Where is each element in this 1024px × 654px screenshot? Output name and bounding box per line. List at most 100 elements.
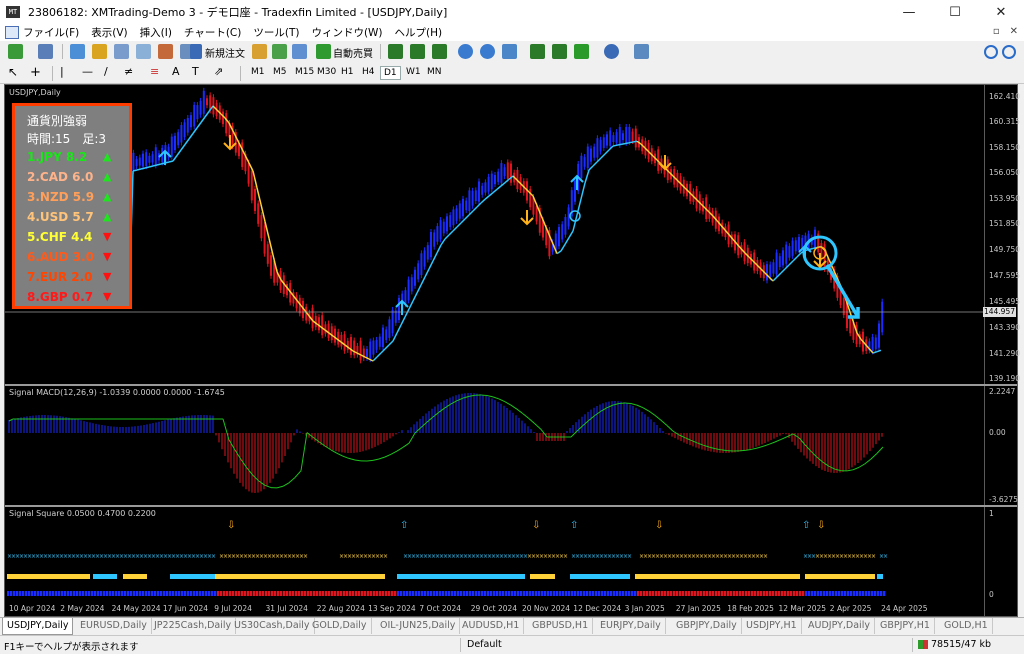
square-strip xyxy=(634,591,636,596)
restore-child-button[interactable]: ▫ xyxy=(993,26,1000,37)
tab-jp225cash-daily[interactable]: JP225Cash,Daily xyxy=(150,618,236,634)
trendline-icon[interactable]: / xyxy=(104,65,119,80)
close-child-button[interactable]: ✕ xyxy=(1010,26,1018,37)
timeframe-m1[interactable]: M1 xyxy=(248,66,268,78)
horizontal-line-icon[interactable]: — xyxy=(82,65,97,80)
indicators-icon[interactable] xyxy=(574,44,589,59)
tab-audusd-h1[interactable]: AUDUSD,H1 xyxy=(458,618,524,634)
macd-signal-line xyxy=(367,460,373,461)
tab-gbpjpy-h1[interactable]: GBPJPY,H1 xyxy=(876,618,935,634)
square-strip xyxy=(28,591,30,596)
fibonacci-icon[interactable]: ≡ xyxy=(150,65,165,80)
timeframe-w1[interactable]: W1 xyxy=(403,66,424,78)
square-strip xyxy=(223,591,225,596)
menu-insert[interactable]: 挿入(I) xyxy=(140,25,172,40)
moving-average xyxy=(605,150,609,154)
title-bar: MT 23806182: XMTrading-Demo 3 - デモ口座 - T… xyxy=(0,0,1024,24)
tab-gbpusd-h1[interactable]: GBPUSD,H1 xyxy=(528,618,593,634)
square-strip xyxy=(745,591,747,596)
square-strip xyxy=(184,591,186,596)
minimize-button[interactable]: — xyxy=(886,0,932,24)
square-dot: × xyxy=(211,553,216,560)
timeframe-d1[interactable]: D1 xyxy=(380,66,401,80)
zoom-in-icon[interactable] xyxy=(458,44,473,59)
chat-icon[interactable] xyxy=(1002,45,1016,59)
arrows-icon[interactable]: ⇗ xyxy=(214,65,229,80)
menu-help[interactable]: ヘルプ(H) xyxy=(395,25,443,40)
line-chart-icon[interactable] xyxy=(432,44,447,59)
cursor-icon[interactable]: ↖ xyxy=(8,65,23,80)
square-strip xyxy=(808,591,810,596)
square-strip xyxy=(637,591,639,596)
market-icon[interactable] xyxy=(292,44,307,59)
tab-eurjpy-daily[interactable]: EURJPY,Daily xyxy=(596,618,666,634)
chart-shift-icon[interactable] xyxy=(552,44,567,59)
auto-scroll-icon[interactable] xyxy=(530,44,545,59)
menu-chart[interactable]: チャート(C) xyxy=(184,25,241,40)
menu-file[interactable]: ファイル(F) xyxy=(23,25,79,40)
tile-windows-icon[interactable] xyxy=(502,44,517,59)
tab-gbpjpy-daily[interactable]: GBPJPY,Daily xyxy=(672,618,742,634)
square-strip xyxy=(313,591,315,596)
crosshair-icon[interactable]: + xyxy=(30,65,45,80)
square-strip xyxy=(268,591,270,596)
timeframe-h4[interactable]: H4 xyxy=(359,66,378,78)
candlestick-icon[interactable] xyxy=(410,44,425,59)
menu-tools[interactable]: ツール(T) xyxy=(253,25,299,40)
signals-icon[interactable] xyxy=(272,44,287,59)
profiles-icon[interactable] xyxy=(38,44,53,59)
zoom-out-icon[interactable] xyxy=(480,44,495,59)
candle xyxy=(203,91,205,114)
folder-icon[interactable] xyxy=(252,44,267,59)
data-window-icon[interactable] xyxy=(92,44,107,59)
search-icon[interactable] xyxy=(984,45,998,59)
autotrading-button[interactable]: 自動売買 xyxy=(333,45,373,60)
square-strip xyxy=(226,591,228,596)
timeframe-m30[interactable]: M30 xyxy=(314,66,339,78)
square-strip xyxy=(772,591,774,596)
tester-icon[interactable] xyxy=(158,44,173,59)
autotrading-icon[interactable] xyxy=(316,44,331,59)
new-chart-icon[interactable] xyxy=(8,44,23,59)
timeframe-m5[interactable]: M5 xyxy=(270,66,290,78)
moving-average xyxy=(557,251,561,254)
timeframe-mn[interactable]: MN xyxy=(424,66,445,78)
tab-gold-daily[interactable]: GOLD,Daily xyxy=(308,618,372,634)
square-strip xyxy=(472,591,474,596)
document-icon[interactable] xyxy=(5,26,19,39)
candle xyxy=(462,199,464,216)
market-watch-icon[interactable] xyxy=(70,44,85,59)
tab-gold-h1[interactable]: GOLD,H1 xyxy=(940,618,993,634)
tab-usdjpy-daily[interactable]: USDJPY,Daily xyxy=(2,618,73,635)
periods-icon[interactable] xyxy=(604,44,619,59)
templates-icon[interactable] xyxy=(634,44,649,59)
new-order-icon[interactable] xyxy=(190,44,202,59)
tab-eurusd-daily[interactable]: EURUSD,Daily xyxy=(76,618,152,634)
text-label-icon[interactable]: T xyxy=(192,65,207,80)
channel-icon[interactable]: ≠ xyxy=(124,65,139,80)
tab-us30cash-daily[interactable]: US30Cash,Daily xyxy=(230,618,315,634)
chart-window[interactable]: ⇧⇧⇧⇩⇩⇩⇩×××××××××××××××××××××××××××××××××… xyxy=(4,84,1018,617)
terminal-icon[interactable] xyxy=(136,44,151,59)
timeframe-h1[interactable]: H1 xyxy=(338,66,357,78)
bar-chart-icon[interactable] xyxy=(388,44,403,59)
square-strip xyxy=(397,591,399,596)
navigator-icon[interactable] xyxy=(114,44,129,59)
time-scale[interactable]: 10 Apr 20242 May 202424 May 202417 Jun 2… xyxy=(5,604,984,616)
maximize-button[interactable]: ☐ xyxy=(932,0,978,24)
new-order-button[interactable]: 新規注文 xyxy=(205,45,245,60)
macd-signal-line xyxy=(493,397,499,399)
macd-signal-line xyxy=(385,454,391,457)
tab-audjpy-daily[interactable]: AUDJPY,Daily xyxy=(804,618,875,634)
close-button[interactable]: ✕ xyxy=(978,0,1024,24)
price-tick: 143.390 xyxy=(989,323,1020,332)
tab-usdjpy-h1[interactable]: USDJPY,H1 xyxy=(742,618,802,634)
vertical-line-icon[interactable]: | xyxy=(60,65,75,80)
menu-window[interactable]: ウィンドウ(W) xyxy=(311,25,382,40)
tab-oil-jun25-daily[interactable]: OIL-JUN25,Daily xyxy=(376,618,460,634)
chart-canvas[interactable]: ⇧⇧⇧⇩⇩⇩⇩×××××××××××××××××××××××××××××××××… xyxy=(5,85,1017,616)
text-icon[interactable]: A xyxy=(172,65,187,80)
square-strip xyxy=(871,591,873,596)
price-scale[interactable]: 162.410 160.315 158.150 156.050 153.950 … xyxy=(985,85,1017,385)
menu-view[interactable]: 表示(V) xyxy=(91,25,127,40)
